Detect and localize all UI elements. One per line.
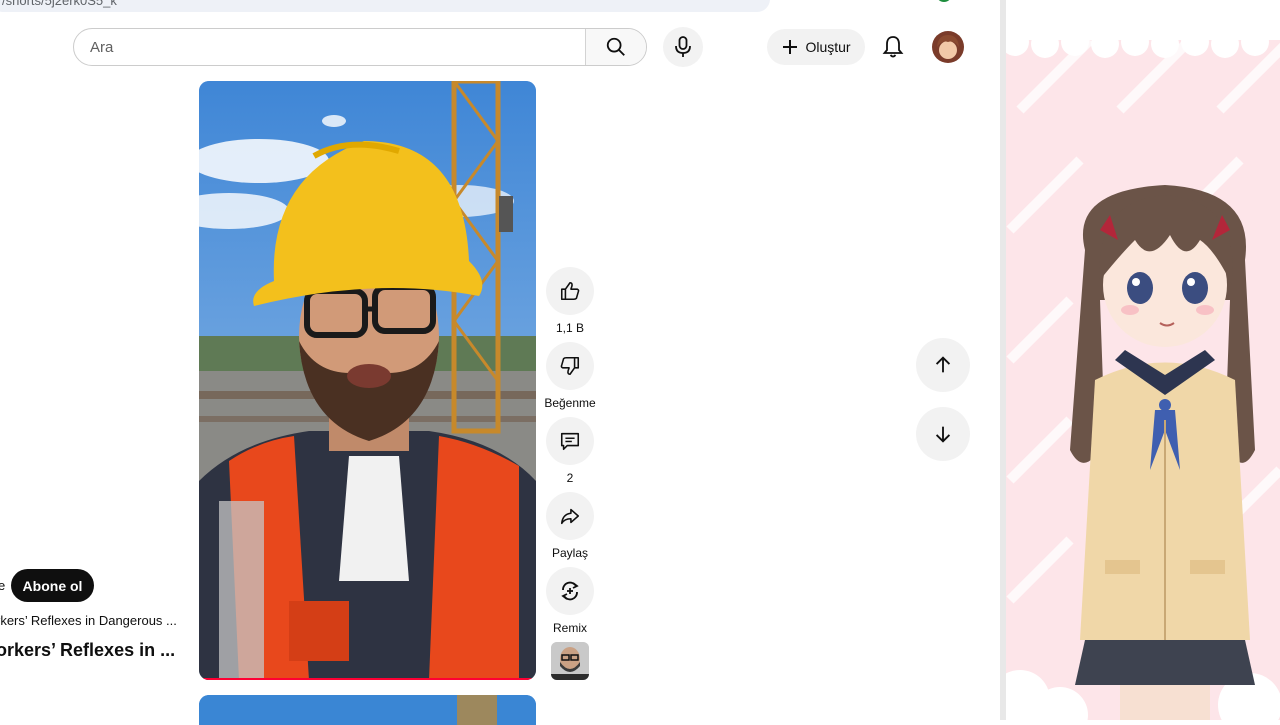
browser-menu-icon[interactable]	[975, 0, 981, 4]
subscribe-button[interactable]: Abone ol	[11, 569, 94, 602]
search-icon	[606, 37, 625, 56]
search-button[interactable]	[585, 29, 646, 65]
next-short-button[interactable]	[916, 407, 970, 461]
extensions-icon[interactable]	[885, 0, 897, 4]
remix-button[interactable]	[546, 567, 594, 615]
voice-search-button[interactable]	[663, 27, 703, 67]
comment-button[interactable]	[546, 417, 594, 465]
panel-divider	[1000, 0, 1006, 720]
notifications-button[interactable]	[873, 27, 913, 67]
vtuber-overlay	[1000, 0, 1280, 720]
dislike-label: Beğenme	[544, 396, 596, 410]
previous-short-button[interactable]	[916, 338, 970, 392]
thumbs-up-icon	[560, 281, 580, 301]
sound-thumbnail-image	[551, 642, 589, 680]
comment-count: 2	[566, 471, 574, 485]
comment-action: 2	[546, 417, 594, 485]
comment-icon	[560, 432, 580, 451]
sound-thumbnail[interactable]	[551, 642, 589, 680]
remix-icon	[561, 581, 579, 601]
channel-name[interactable]: e	[0, 578, 5, 593]
avatar[interactable]	[932, 31, 964, 63]
thumbs-down-icon	[560, 356, 580, 376]
like-button[interactable]	[546, 267, 594, 315]
create-button[interactable]: Oluştur	[767, 29, 865, 65]
address-bar-url: /shorts/5j2erk0S5_k	[2, 0, 117, 8]
create-label: Oluştur	[805, 39, 851, 55]
like-count: 1,1 B	[555, 321, 585, 335]
profile-dot-icon[interactable]	[935, 0, 953, 4]
plus-icon	[783, 40, 798, 54]
translate-icon[interactable]	[776, 0, 788, 4]
next-short-preview[interactable]	[199, 695, 536, 725]
bell-icon	[882, 36, 904, 58]
search-input[interactable]	[74, 29, 588, 65]
bookmark-star-icon[interactable]	[838, 0, 850, 4]
dislike-action: Beğenme	[544, 342, 596, 410]
short-title[interactable]: orkers’ Reflexes in ...	[0, 640, 175, 661]
short-video-player[interactable]	[199, 81, 536, 680]
browser-toolbar: /shorts/5j2erk0S5_k	[0, 0, 1000, 16]
avatar-image	[932, 31, 964, 63]
short-description[interactable]: rkers’ Reflexes in Dangerous ...	[0, 613, 177, 628]
like-action: 1,1 B	[546, 267, 594, 335]
remix-action: Remix	[546, 567, 594, 635]
next-short-thumbnail	[199, 695, 536, 725]
share-icon	[560, 508, 580, 525]
video-frame	[199, 81, 536, 680]
search-box	[73, 28, 647, 66]
remix-label: Remix	[552, 621, 587, 635]
share-action: Paylaş	[546, 492, 594, 560]
dislike-button[interactable]	[546, 342, 594, 390]
arrow-down-icon	[935, 426, 951, 443]
mic-icon	[675, 36, 691, 57]
vtuber-character-illustration	[1000, 0, 1280, 720]
arrow-up-icon	[935, 356, 951, 373]
share-label: Paylaş	[551, 546, 589, 560]
share-button[interactable]	[546, 492, 594, 540]
cast-icon[interactable]	[808, 0, 820, 4]
